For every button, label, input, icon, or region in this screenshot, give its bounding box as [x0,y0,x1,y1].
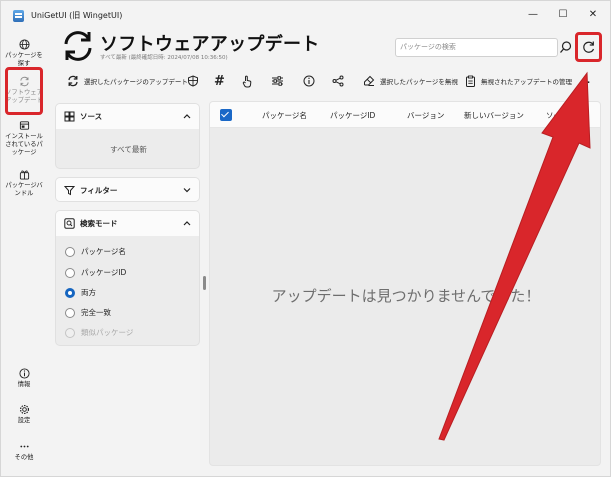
nav-settings[interactable]: 設定 [4,404,44,425]
radio-button-disabled [65,327,75,338]
nav-bundles[interactable]: パッケージバンドル [4,169,44,198]
radio-label: パッケージ名 [81,247,126,256]
column-header-name[interactable]: パッケージ名 [262,110,307,121]
window-title: UniGetUI (旧 WingetUI) [31,11,123,20]
radio-label: パッケージID [81,268,127,277]
panel-splitter-handle[interactable] [203,276,206,290]
search-input[interactable]: パッケージの検索 [395,38,558,57]
search-icon[interactable] [558,39,574,56]
toolbar: 選択したパッケージのアップデート # 選択したパッケージを無視 無視されたアップ… [59,71,610,91]
eraser-icon [364,75,375,86]
app-window: UniGetUI (旧 WingetUI) — ☐ ✕ パッケージを探す ソフト… [0,0,611,477]
hand-pointer-icon [242,75,252,87]
filters-title: フィルター [80,186,118,195]
nav-about-label: 情報 [17,381,31,388]
nav-bundles-label: パッケージバンドル [5,182,43,197]
page-subtitle: すべて最新 (最終確認日時: 2024/07/08 10:36:50) [100,55,228,61]
radio-button[interactable] [65,267,75,278]
nav-more-label: その他 [14,454,34,461]
column-header-new-version[interactable]: 新しいバージョン [464,110,524,121]
ignore-selected-label: 選択したパッケージを無視 [380,78,458,86]
minimize-button[interactable]: — [522,7,544,23]
filters-header[interactable]: フィルター [56,178,199,201]
maximize-button[interactable]: ☐ [552,7,574,23]
grid-apps-icon [64,111,75,122]
sources-status: すべて最新 [110,145,147,154]
more-dots-icon [19,445,29,448]
share-icon [332,75,344,87]
ignore-selected-button[interactable]: 選択したパッケージを無視 [363,71,458,91]
chevron-up-icon[interactable] [183,113,191,119]
search-mode-option-name[interactable]: パッケージ名 [65,246,126,257]
empty-state-message: アップデートは見つかりませんでした！ [271,287,541,305]
nav-installed[interactable]: インストールされているパッケージ [4,120,44,157]
chevron-up-icon[interactable] [183,220,191,226]
package-details-button[interactable] [303,71,320,91]
manage-ignored-label: 無視されたアップデートの管理 [481,78,572,86]
nav-installed-label: インストールされているパッケージ [5,133,43,156]
app-logo-icon [13,10,24,22]
hash-icon[interactable]: # [214,71,225,91]
info-icon [303,75,315,87]
search-mode-option-exact[interactable]: 完全一致 [65,307,111,318]
filter-icon [64,186,75,196]
globe-icon [18,39,30,50]
search-mode-option-id[interactable]: パッケージID [65,267,126,278]
nav-discover[interactable]: パッケージを探す [4,39,44,68]
column-header-version[interactable]: バージョン [407,110,444,121]
update-selected-label: 選択したパッケージのアップデート [84,78,188,86]
sources-title: ソース [80,112,103,121]
installed-packages-icon [19,121,29,130]
updates-header-icon [64,31,92,61]
clipboard-icon [466,75,475,87]
search-mode-option-similar: 類似パッケージ [65,327,133,338]
sliders-icon [272,76,283,86]
column-header-id[interactable]: パッケージID [330,110,375,121]
column-header-source[interactable]: ソース [546,110,568,121]
title-bar[interactable]: UniGetUI (旧 WingetUI) — ☐ ✕ [1,1,610,31]
search-mode-option-both[interactable]: 両方 [65,287,96,298]
shield-icon [188,75,198,87]
radio-button-selected[interactable] [65,287,75,298]
close-button[interactable]: ✕ [582,7,604,23]
info-icon [18,368,30,379]
update-selected-button[interactable]: 選択したパッケージのアップデート [67,71,188,91]
radio-button[interactable] [65,307,75,318]
gear-icon [19,404,29,415]
annotation-highlight-nav [5,67,43,115]
search-mode-title: 検索モード [80,219,118,228]
sources-panel: ソース すべて最新 [55,103,200,169]
sources-header[interactable]: ソース [56,104,199,129]
nav-settings-label: 設定 [17,417,31,424]
radio-label: 両方 [81,288,96,297]
package-table: パッケージ名 パッケージID バージョン 新しいバージョン ソース アップデート… [209,101,601,466]
toolbar-more-button[interactable]: … [581,71,590,91]
radio-label: 類似パッケージ [81,328,134,337]
chevron-down-icon[interactable] [183,187,191,193]
share-button[interactable] [332,71,349,91]
interactive-button[interactable] [241,71,258,91]
search-mode-header[interactable]: 検索モード [56,211,199,236]
update-icon [68,75,78,87]
nav-about[interactable]: 情報 [4,368,44,389]
options-button[interactable] [271,71,289,91]
admin-button[interactable] [187,71,204,91]
nav-more[interactable]: その他 [4,441,44,462]
gift-icon [19,170,29,180]
search-mode-panel: 検索モード パッケージ名 パッケージID 両方 完全一致 類似パッケージ [55,210,200,346]
select-all-checkbox[interactable] [220,109,232,121]
filters-panel: フィルター [55,177,200,202]
annotation-highlight-reload [575,32,602,62]
radio-label: 完全一致 [81,308,111,317]
manage-ignored-button[interactable]: 無視されたアップデートの管理 [465,71,572,91]
nav-discover-label: パッケージを探す [5,52,43,67]
search-box-icon [64,218,75,229]
table-header: パッケージ名 パッケージID バージョン 新しいバージョン ソース [210,102,600,128]
radio-button[interactable] [65,246,75,257]
